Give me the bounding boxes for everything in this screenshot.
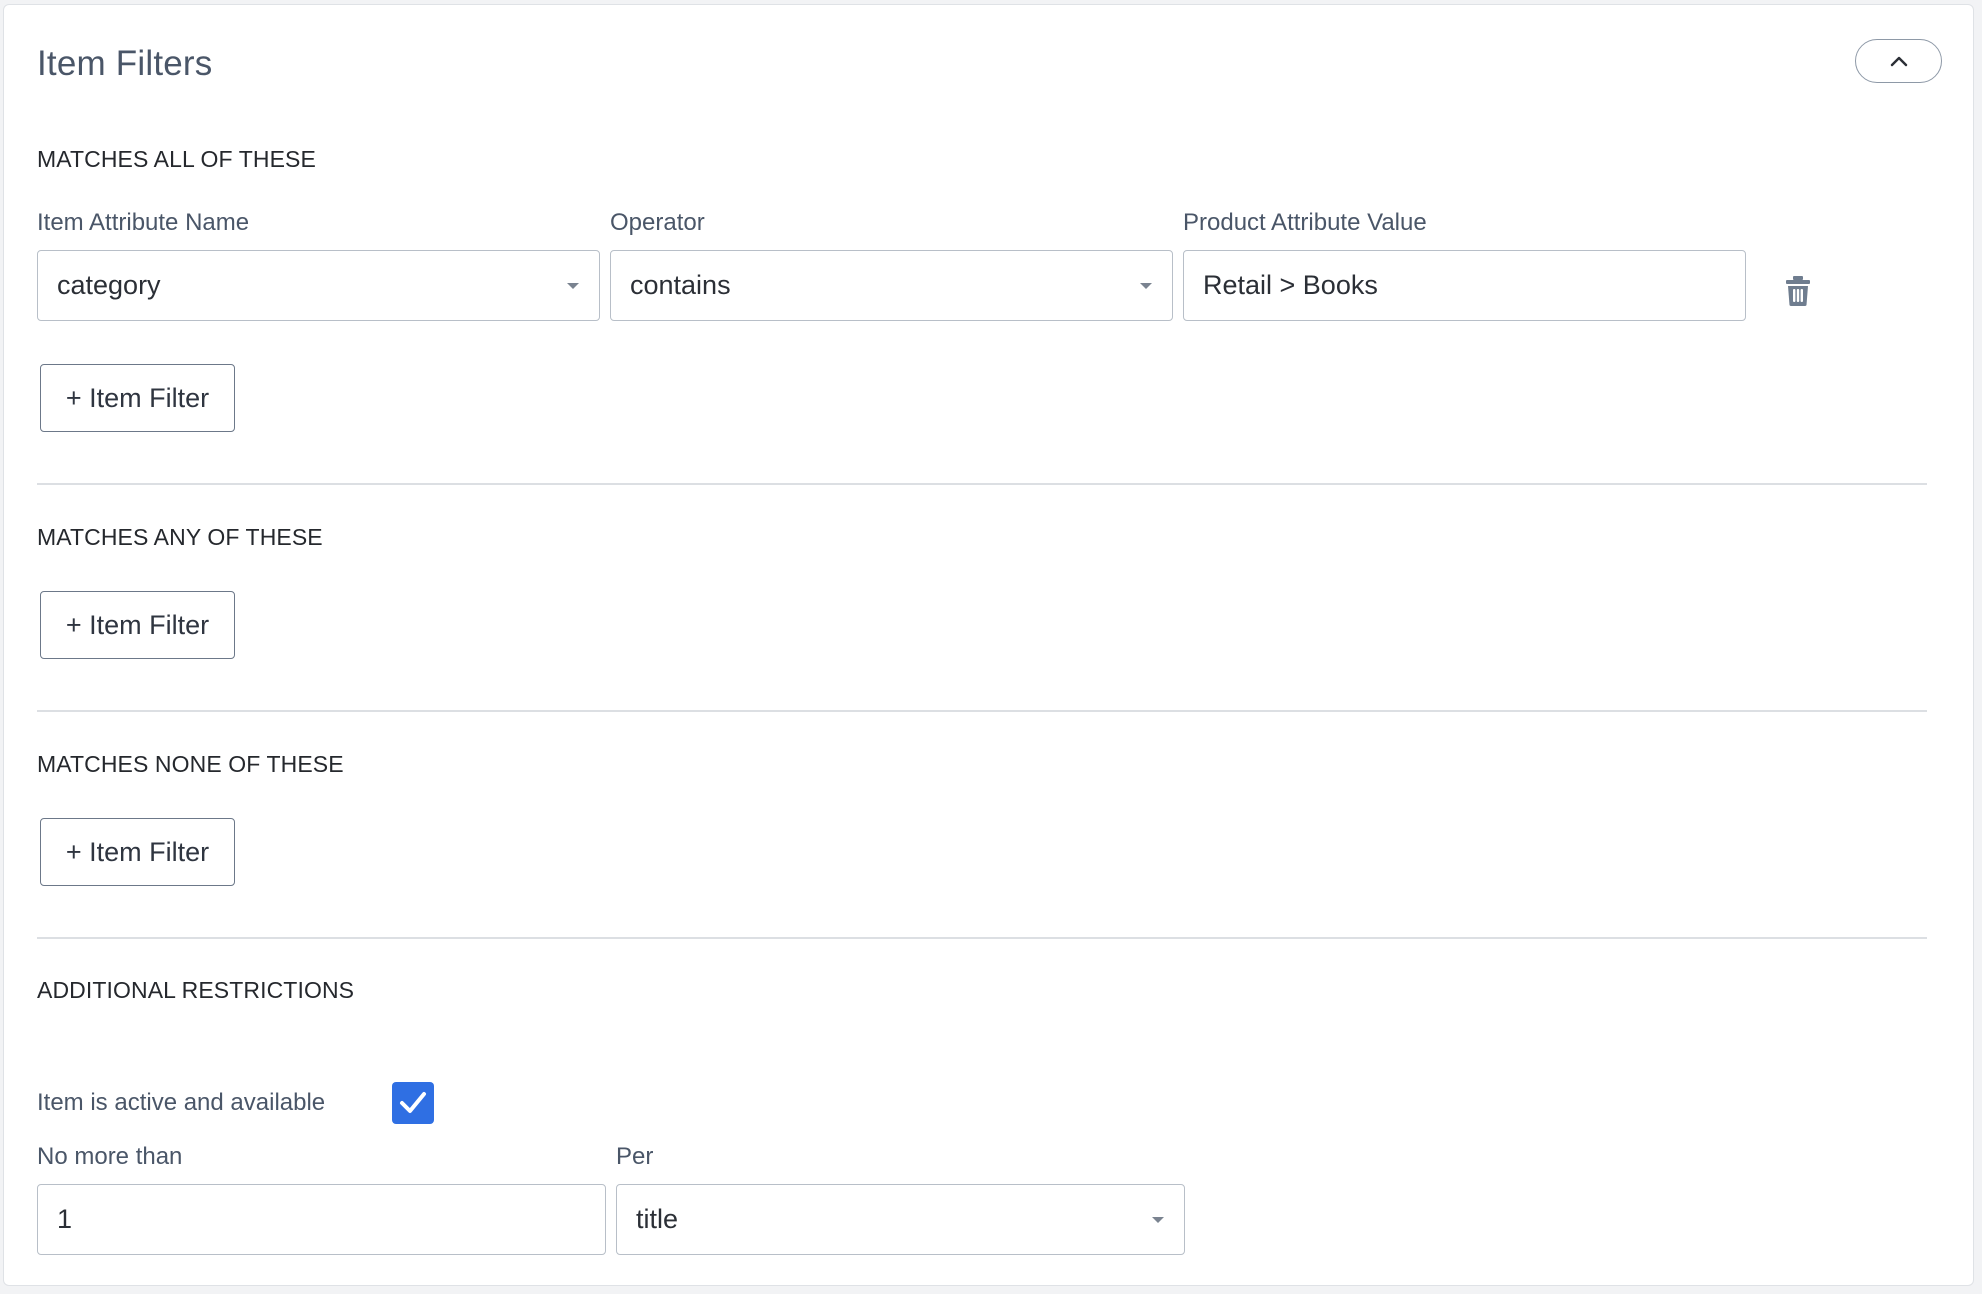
attribute-name-label: Item Attribute Name <box>37 209 250 236</box>
section-divider <box>37 483 1927 485</box>
no-more-than-value: 1 <box>57 1204 73 1234</box>
panel-title: Item Filters <box>37 44 213 83</box>
operator-value: contains <box>630 270 731 300</box>
chevron-down-icon <box>567 283 579 289</box>
operator-label: Operator <box>610 209 705 236</box>
chevron-down-icon <box>1140 283 1152 289</box>
delete-filter-button[interactable] <box>1783 275 1813 307</box>
attribute-value-input[interactable]: Retail > Books <box>1183 250 1746 321</box>
no-more-than-label: No more than <box>37 1143 183 1170</box>
additional-restrictions-heading: ADDITIONAL RESTRICTIONS <box>37 977 355 1003</box>
section-divider <box>37 937 1927 939</box>
collapse-button[interactable] <box>1855 39 1942 83</box>
attribute-name-select[interactable]: category <box>37 250 600 321</box>
per-label: Per <box>616 1143 654 1170</box>
attribute-name-value: category <box>57 270 161 300</box>
add-all-filter-button[interactable]: + Item Filter <box>40 364 235 432</box>
section-divider <box>37 710 1927 712</box>
per-value: title <box>636 1204 679 1234</box>
trash-icon <box>1786 276 1810 306</box>
attribute-value-text: Retail > Books <box>1203 270 1378 300</box>
active-available-checkbox[interactable] <box>392 1082 434 1124</box>
checkmark-icon <box>400 1092 426 1113</box>
add-any-filter-button[interactable]: + Item Filter <box>40 591 235 659</box>
no-more-than-input[interactable]: 1 <box>37 1184 606 1255</box>
matches-any-heading: MATCHES ANY OF THESE <box>37 524 323 550</box>
attribute-value-label: Product Attribute Value <box>1183 209 1427 236</box>
chevron-up-icon <box>1890 56 1907 67</box>
add-none-filter-button[interactable]: + Item Filter <box>40 818 235 886</box>
matches-none-heading: MATCHES NONE OF THESE <box>37 751 344 777</box>
chevron-down-icon <box>1152 1217 1164 1223</box>
per-select[interactable]: title <box>616 1184 1185 1255</box>
operator-select[interactable]: contains <box>610 250 1173 321</box>
item-filters-panel: Item Filters MATCHES ALL OF THESE Item A… <box>3 4 1974 1286</box>
active-available-label: Item is active and available <box>37 1089 326 1116</box>
matches-all-heading: MATCHES ALL OF THESE <box>37 146 316 172</box>
